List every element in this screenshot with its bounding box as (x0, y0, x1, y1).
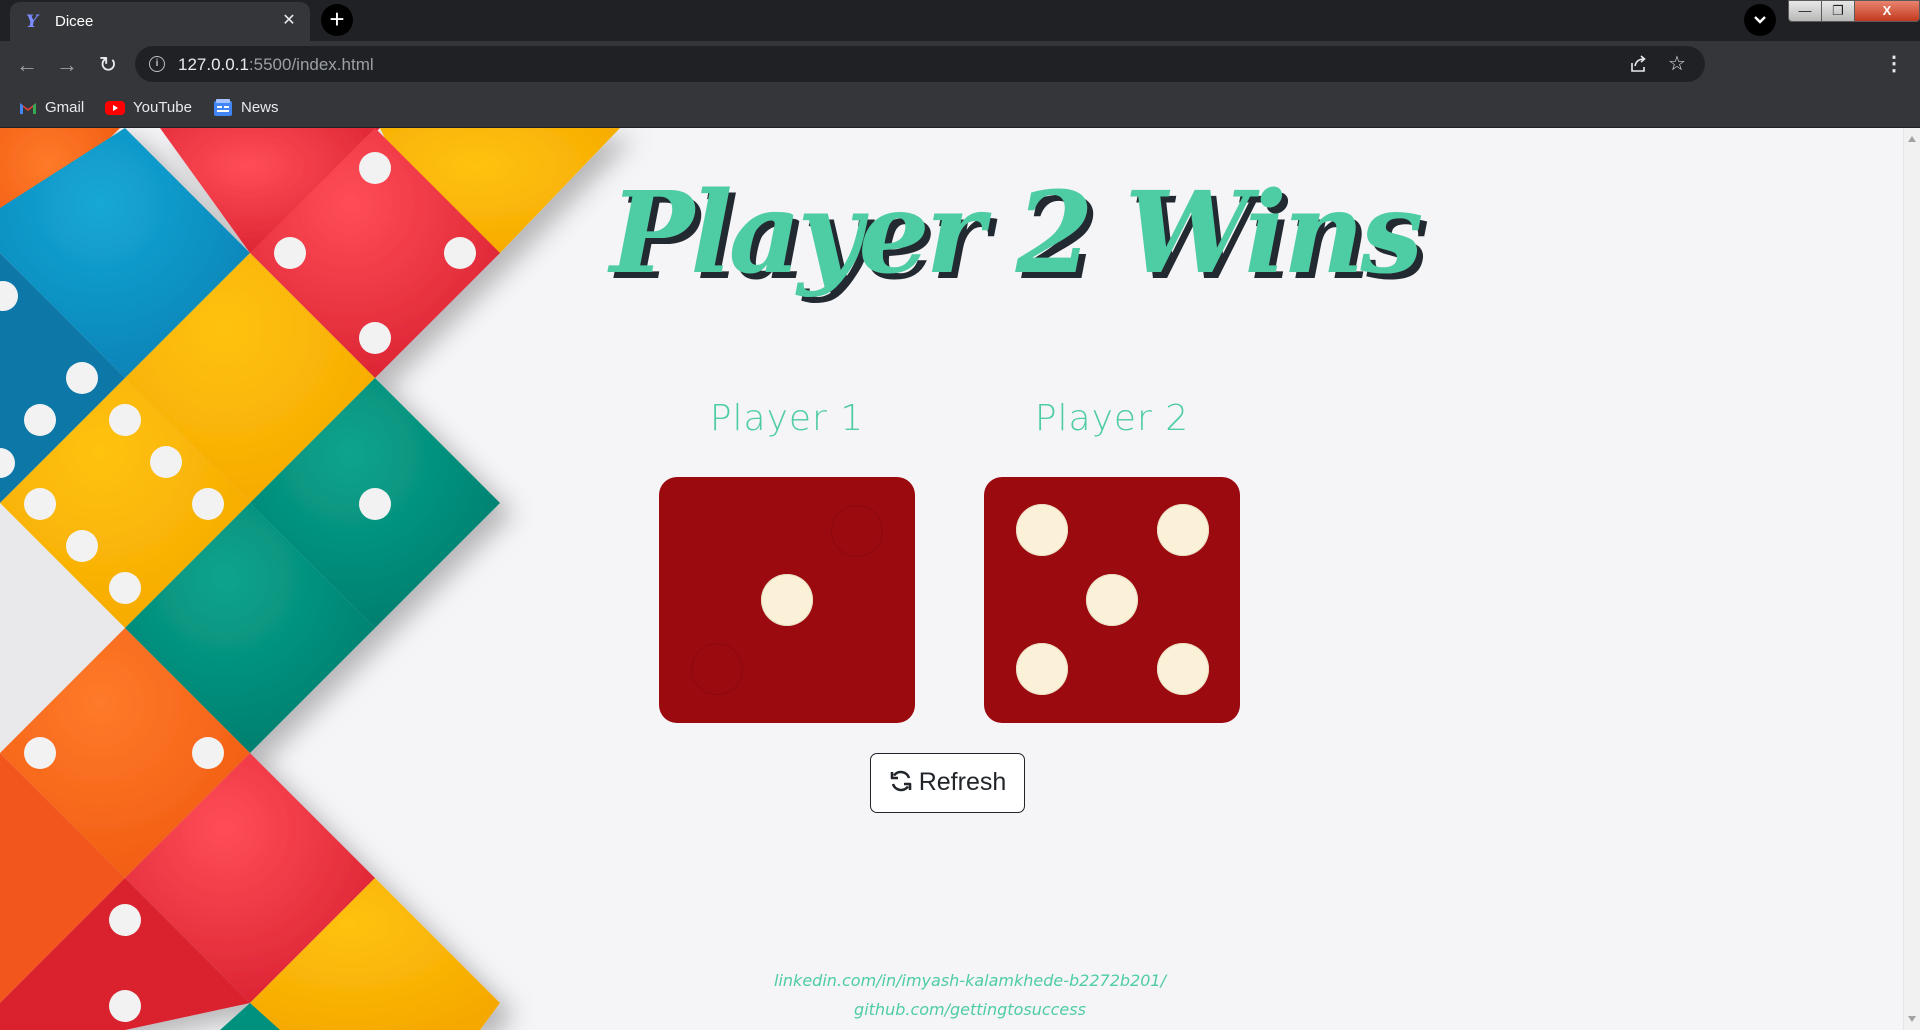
die-pip (1157, 504, 1209, 556)
site-favicon-icon: Y (26, 12, 39, 32)
refresh-button[interactable]: Refresh (870, 753, 1025, 813)
site-info-icon[interactable]: i (149, 56, 165, 72)
die-pip (1157, 643, 1209, 695)
die-pip (1016, 643, 1068, 695)
gmail-icon (20, 103, 36, 115)
dice-background-illustration (0, 128, 620, 1030)
forward-arrow-icon[interactable]: → (54, 52, 80, 78)
window-controls: — ❐ X (1788, 0, 1920, 22)
footer-links: linkedin.com/in/imyash-kalamkhede-b2272b… (700, 966, 1240, 1024)
address-bar[interactable]: i 127.0.0.1:5500/index.html ☆ (135, 46, 1705, 82)
winner-headline: Player 2 Wins (610, 168, 1423, 299)
bookmark-label: Gmail (45, 99, 85, 116)
bookmark-label: News (241, 99, 279, 116)
reload-icon[interactable]: ↻ (95, 52, 121, 78)
bookmark-youtube[interactable]: YouTube (105, 96, 192, 120)
bookmark-star-icon[interactable]: ☆ (1668, 51, 1686, 76)
url-text[interactable]: 127.0.0.1:5500/index.html (178, 55, 374, 75)
die-pip-faint (691, 643, 743, 695)
bookmark-news[interactable]: News (213, 96, 279, 120)
tab-title: Dicee (55, 13, 94, 30)
player-1-die (659, 477, 915, 723)
player-1-label: Player 1 (709, 398, 865, 439)
die-pip (1016, 504, 1068, 556)
bookmark-label: YouTube (133, 99, 192, 116)
browser-menu-icon[interactable]: ⋮ (1884, 50, 1904, 78)
window-maximize-button[interactable]: ❐ (1821, 0, 1855, 22)
refresh-icon (890, 770, 912, 792)
die-pip (1086, 574, 1138, 626)
window-minimize-button[interactable]: — (1788, 0, 1822, 22)
scroll-up-arrow-icon[interactable] (1908, 136, 1916, 142)
refresh-label: Refresh (918, 768, 1007, 796)
window-close-button[interactable]: X (1854, 0, 1920, 22)
url-host: 127.0.0.1 (178, 55, 249, 74)
url-path: :5500/index.html (248, 55, 374, 74)
tab-close-icon[interactable]: ✕ (278, 10, 300, 32)
share-icon[interactable] (1629, 54, 1649, 74)
youtube-icon (105, 101, 125, 116)
browser-tab-strip: Y Dicee ✕ + — ❐ X (0, 0, 1920, 41)
bookmarks-bar: Gmail YouTube News (0, 88, 1920, 128)
new-tab-button[interactable]: + (321, 4, 353, 36)
browser-tab[interactable]: Y Dicee ✕ (10, 2, 310, 41)
scroll-down-arrow-icon[interactable] (1908, 1016, 1916, 1022)
browser-toolbar: ← → ↻ i 127.0.0.1:5500/index.html ☆ ⋮ (0, 41, 1920, 88)
player-2-label: Player 2 (1034, 398, 1190, 439)
player-2-die (984, 477, 1240, 723)
back-arrow-icon[interactable]: ← (14, 52, 40, 78)
tab-search-button[interactable] (1744, 4, 1776, 36)
linkedin-link[interactable]: linkedin.com/in/imyash-kalamkhede-b2272b… (700, 966, 1240, 995)
news-icon (214, 99, 232, 117)
page-scrollbar[interactable] (1903, 128, 1920, 1030)
github-link[interactable]: github.com/gettingtosuccess (700, 995, 1240, 1024)
chevron-down-icon (1754, 16, 1766, 24)
web-page: Player 2 Wins Player 1 Player 2 Refresh … (0, 128, 1903, 1030)
bookmark-gmail[interactable]: Gmail (19, 96, 84, 120)
die-pip (761, 574, 813, 626)
die-pip-faint (831, 505, 883, 557)
